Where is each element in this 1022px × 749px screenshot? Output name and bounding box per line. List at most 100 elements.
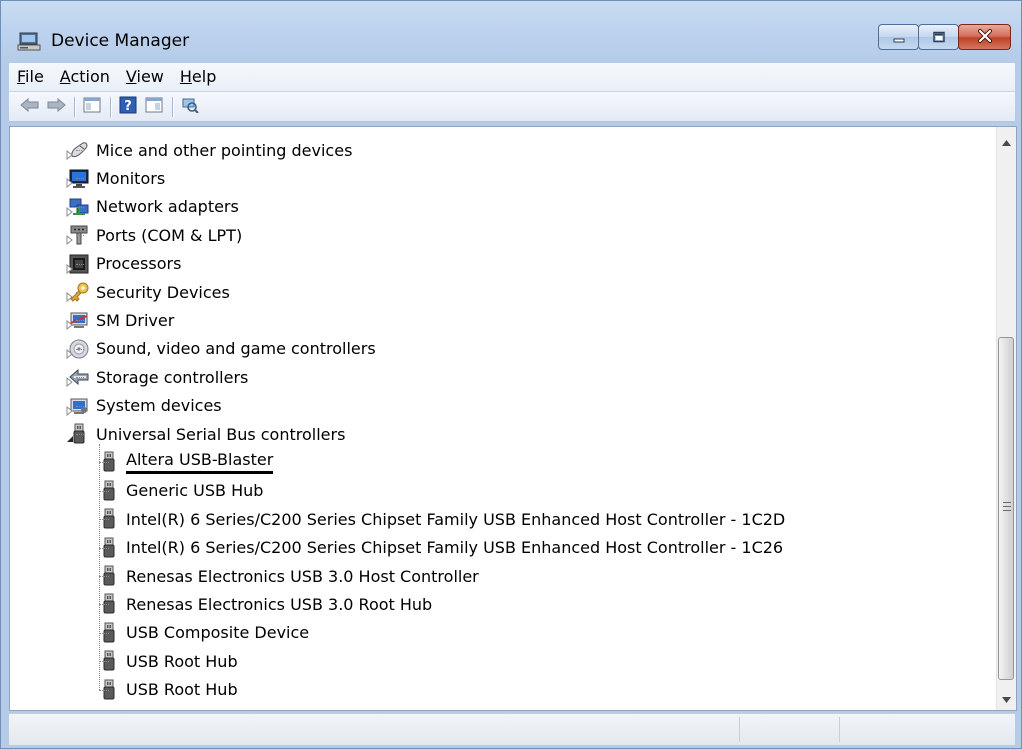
close-button[interactable] [958, 24, 1011, 50]
expand-arrow-icon[interactable] [65, 202, 75, 217]
scrollbar-thumb[interactable] [998, 337, 1014, 680]
show-hide-action-pane-button[interactable] [143, 96, 165, 118]
tree-category-mice-and-other-pointing-devices[interactable]: Mice and other pointing devices [68, 136, 352, 164]
status-bar [9, 713, 1015, 745]
tree-connector-line [76, 235, 84, 237]
back-button[interactable] [19, 96, 41, 118]
scan-hardware-changes-button[interactable] [179, 96, 201, 118]
tree-item-label: Sound, video and game controllers [96, 339, 376, 359]
tree-category-system-devices[interactable]: System devices [68, 392, 222, 420]
tree-category-network-adapters[interactable]: Network adapters [68, 193, 239, 221]
menu-help[interactable]: Help [172, 63, 224, 91]
menu-file[interactable]: File [9, 63, 52, 91]
vertical-scrollbar[interactable] [996, 127, 1016, 710]
tree-item-label: Monitors [96, 168, 166, 188]
tree-connector-line [99, 547, 109, 549]
menu-file-access-key: F [17, 67, 26, 86]
show-hide-action-pane-icon [145, 97, 163, 117]
expand-arrow-icon[interactable] [65, 145, 75, 161]
title-bar[interactable]: Device Manager [1, 1, 1021, 63]
device-manager-window: Device Manager File Action View Help ? M… [0, 0, 1022, 749]
menu-view[interactable]: View [118, 63, 172, 91]
tree-connector-line [99, 519, 109, 521]
tree-connector-line [76, 263, 84, 265]
show-hide-console-tree-icon [83, 97, 101, 117]
tree-category-security-devices[interactable]: Security Devices [68, 278, 230, 306]
tree-connector-line [76, 405, 84, 407]
forward-button[interactable] [45, 96, 67, 118]
tree-device-item[interactable]: Generic USB Hub [98, 477, 263, 505]
scroll-down-button[interactable] [997, 688, 1016, 706]
help-button[interactable]: ? [117, 96, 139, 118]
tree-connector-line [76, 434, 84, 435]
menu-view-access-key: V [125, 67, 137, 86]
tree-category-storage-controllers[interactable]: Storage controllers [68, 363, 248, 391]
tree-item-label: SM Driver [96, 310, 175, 330]
expand-arrow-icon[interactable] [65, 173, 75, 189]
collapse-arrow-icon[interactable] [65, 429, 75, 442]
scrollbar-grip-icon [1003, 502, 1011, 511]
expand-arrow-icon[interactable] [65, 315, 75, 331]
minimize-button[interactable] [878, 24, 919, 50]
forward-arrow-icon [46, 97, 66, 116]
tree-connector-line [76, 178, 84, 180]
tree-device-item[interactable]: Intel(R) 6 Series/C200 Series Chipset Fa… [98, 505, 785, 533]
status-pane [839, 717, 940, 742]
menu-action[interactable]: Action [52, 63, 118, 91]
tree-item-label: Mice and other pointing devices [96, 140, 353, 160]
tree-connector-line [76, 206, 84, 208]
tree-item-label: Generic USB Hub [126, 481, 264, 501]
tree-item-label: System devices [96, 396, 222, 416]
tree-item-label: Intel(R) 6 Series/C200 Series Chipset Fa… [126, 509, 786, 529]
tree-device-item[interactable]: USB Root Hub [98, 647, 238, 675]
tree-connector-line [76, 348, 84, 350]
toolbar-separator [74, 96, 76, 117]
close-icon [977, 28, 993, 47]
maximize-icon [932, 28, 946, 47]
expand-arrow-icon[interactable] [65, 344, 75, 359]
tree-connector-line [99, 490, 109, 492]
tree-category-sound-video-and-game-controllers[interactable]: Sound, video and game controllers [68, 335, 376, 363]
expand-arrow-icon[interactable] [65, 259, 75, 274]
tree-item-label: USB Root Hub [126, 680, 238, 700]
tree-item-label: USB Composite Device [126, 623, 310, 643]
tree-category-processors[interactable]: Processors [68, 250, 181, 278]
tree-item-label: Intel(R) 6 Series/C200 Series Chipset Fa… [126, 538, 784, 558]
scroll-up-arrow-icon [1002, 131, 1011, 150]
expand-arrow-icon[interactable] [65, 230, 75, 246]
tree-device-item[interactable]: Intel(R) 6 Series/C200 Series Chipset Fa… [98, 534, 783, 562]
tree-connector-line [76, 150, 84, 151]
tree-device-item[interactable]: Altera USB-Blaster [98, 448, 274, 476]
tree-connector-line [99, 576, 109, 577]
window-title: Device Manager [51, 31, 190, 51]
tree-connector-line [99, 632, 109, 634]
tree-item-label: Universal Serial Bus controllers [96, 424, 346, 444]
tree-connector-line [76, 377, 84, 379]
tree-item-label: Network adapters [96, 197, 239, 217]
tree-connector-line [76, 320, 84, 322]
toolbar-separator [110, 96, 112, 117]
menu-action-access-key: A [59, 67, 71, 86]
expand-arrow-icon[interactable] [65, 372, 75, 388]
toolbar: ? [9, 92, 1015, 122]
tree-connector-line [99, 604, 109, 606]
expand-arrow-icon[interactable] [65, 401, 75, 416]
show-hide-console-tree-button[interactable] [81, 96, 103, 118]
device-tree[interactable]: Mice and other pointing devices Monitors N… [9, 126, 1017, 711]
tree-device-item[interactable]: USB Composite Device [98, 619, 309, 647]
maximize-button[interactable] [918, 24, 959, 50]
expand-arrow-icon[interactable] [65, 287, 75, 303]
tree-item-label: Storage controllers [96, 367, 249, 387]
minimize-icon [892, 28, 906, 47]
tree-device-item[interactable]: USB Root Hub [98, 676, 238, 704]
tree-device-item[interactable]: Renesas Electronics USB 3.0 Root Hub [98, 590, 432, 618]
tree-device-item[interactable]: Renesas Electronics USB 3.0 Host Control… [98, 562, 479, 590]
scroll-down-arrow-icon [1002, 688, 1011, 707]
tree-connector-line [99, 661, 109, 663]
menu-file-label: ile [25, 67, 44, 86]
caption-buttons [878, 24, 1011, 50]
scroll-up-button[interactable] [997, 131, 1016, 149]
tree-category-ports-com-lpt[interactable]: Ports (COM & LPT) [68, 221, 242, 249]
tree-category-universal-serial-bus-controllers[interactable]: Universal Serial Bus controllers [68, 420, 345, 448]
tree-item-label: Ports (COM & LPT) [96, 225, 243, 245]
